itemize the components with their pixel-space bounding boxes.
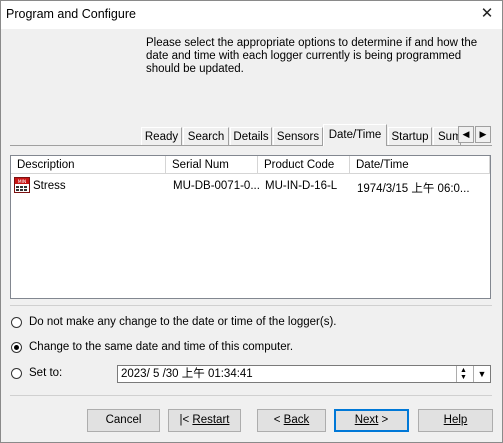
label-no-change: Do not make any change to the date or ti… [29, 316, 337, 328]
window-title: Program and Configure [6, 7, 136, 21]
svg-text:MIN: MIN [18, 179, 27, 185]
restart-button[interactable]: |< Restart [168, 409, 241, 432]
tab-search[interactable]: Search [183, 127, 229, 145]
row-serial: MU-DB-0071-0... [173, 180, 260, 192]
calendar-dropdown-icon[interactable]: ▼ [473, 366, 490, 382]
spin-up-icon[interactable]: ▲ [460, 367, 467, 374]
tab-scroll-buttons: ◀ ▶ [458, 126, 492, 143]
tab-ready[interactable]: Ready [141, 127, 182, 145]
datetime-value[interactable]: 2023/ 5 /30 上午 01:34:41 [121, 367, 253, 382]
tab-startup[interactable]: Startup [388, 127, 432, 145]
row-description: Stress [33, 180, 66, 192]
radio-no-change[interactable] [11, 317, 22, 328]
label-same-as-computer: Change to the same date and time of this… [29, 341, 294, 353]
divider [10, 305, 492, 306]
radio-same-as-computer[interactable] [11, 342, 22, 353]
tab-scroll-right-icon[interactable]: ▶ [475, 126, 491, 143]
tab-date-time[interactable]: Date/Time [323, 124, 387, 146]
instructions-text: Please select the appropriate options to… [146, 37, 478, 75]
column-serial-num[interactable]: Serial Num [166, 156, 258, 174]
tab-sensors[interactable]: Sensors [273, 127, 323, 145]
logger-table[interactable]: Description Serial Num Product Code Date… [10, 155, 491, 299]
cancel-button[interactable]: Cancel [87, 409, 160, 432]
tab-baseline [10, 145, 492, 146]
next-button[interactable]: Next > [334, 409, 409, 432]
label-set-to: Set to: [29, 367, 63, 379]
tab-details[interactable]: Details [230, 127, 272, 145]
divider [10, 395, 492, 396]
radio-set-to[interactable] [11, 368, 22, 379]
logger-icon: MIN [14, 177, 30, 193]
column-description[interactable]: Description [11, 156, 166, 174]
help-button[interactable]: Help [418, 409, 493, 432]
spin-buttons[interactable]: ▲ ▼ [456, 366, 473, 382]
row-date-time: 1974/3/15 上午 06:0... [357, 183, 470, 195]
datetime-picker[interactable]: 2023/ 5 /30 上午 01:34:41 ▲ ▼ ▼ [117, 365, 491, 383]
spin-down-icon[interactable]: ▼ [460, 374, 467, 381]
close-icon[interactable]: ✕ [474, 2, 500, 26]
row-product-code: MU-IN-D-16-L [265, 180, 338, 192]
column-product-code[interactable]: Product Code [258, 156, 350, 174]
column-date-time[interactable]: Date/Time [350, 156, 490, 174]
tab-summary[interactable]: Sum [433, 127, 461, 145]
table-header: Description Serial Num Product Code Date… [11, 156, 490, 174]
back-button[interactable]: < Back [257, 409, 326, 432]
tab-scroll-left-icon[interactable]: ◀ [458, 126, 474, 143]
